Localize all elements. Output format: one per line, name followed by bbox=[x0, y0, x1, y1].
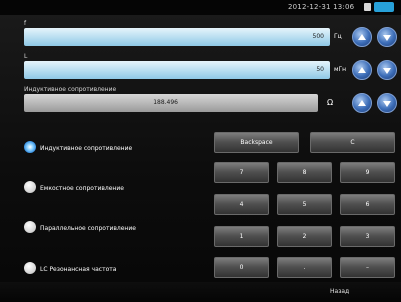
backspace-button[interactable]: Backspace bbox=[214, 132, 299, 153]
status-bar: 2012-12-31 13:06 bbox=[0, 0, 401, 15]
result-field: 188.496 bbox=[24, 94, 318, 112]
key-6[interactable]: 6 bbox=[340, 194, 395, 215]
mode-radio-resonance[interactable] bbox=[24, 262, 36, 274]
clear-button[interactable]: C bbox=[310, 132, 395, 153]
footer-bar: Назад bbox=[0, 282, 401, 302]
result-up-button[interactable] bbox=[352, 93, 372, 113]
frequency-field[interactable]: 500 bbox=[24, 28, 330, 46]
datetime-label: 2012-12-31 13:06 bbox=[288, 3, 355, 11]
frequency-label: f bbox=[24, 20, 27, 27]
result-unit: Ω bbox=[327, 98, 334, 107]
mode-label-parallel[interactable]: Параллельное сопротивление bbox=[40, 225, 136, 232]
frequency-down-button[interactable] bbox=[377, 27, 397, 47]
key-decimal[interactable]: . bbox=[277, 257, 332, 278]
key-8[interactable]: 8 bbox=[277, 162, 332, 183]
inductance-label: L bbox=[24, 53, 28, 60]
key-1[interactable]: 1 bbox=[214, 226, 269, 247]
back-button[interactable]: Назад bbox=[330, 288, 349, 295]
battery-icon bbox=[374, 2, 394, 12]
inductance-unit: мГн bbox=[334, 66, 347, 73]
key-7[interactable]: 7 bbox=[214, 162, 269, 183]
mode-radio-capacitive[interactable] bbox=[24, 181, 36, 193]
inductance-value: 50 bbox=[316, 66, 324, 73]
result-label: Индуктивное сопротивление bbox=[24, 86, 117, 93]
inductance-down-button[interactable] bbox=[377, 60, 397, 80]
key-minus[interactable]: – bbox=[340, 257, 395, 278]
frequency-unit: Гц bbox=[334, 33, 342, 40]
key-2[interactable]: 2 bbox=[277, 226, 332, 247]
key-0[interactable]: 0 bbox=[214, 257, 269, 278]
result-value: 188.496 bbox=[153, 99, 178, 106]
key-3[interactable]: 3 bbox=[340, 226, 395, 247]
mode-label-capacitive[interactable]: Емкостное сопротивление bbox=[40, 185, 124, 192]
frequency-up-button[interactable] bbox=[352, 27, 372, 47]
inductance-field[interactable]: 50 bbox=[24, 61, 330, 79]
result-down-button[interactable] bbox=[377, 93, 397, 113]
frequency-value: 500 bbox=[312, 33, 324, 40]
mode-label-inductive[interactable]: Индуктивное сопротивление bbox=[40, 145, 132, 152]
mode-label-resonance[interactable]: LC Резонансная частота bbox=[40, 266, 116, 273]
mode-radio-inductive[interactable] bbox=[24, 141, 36, 153]
storage-icon bbox=[364, 3, 371, 11]
calculator-screen: 2012-12-31 13:06 f 500 Гц L 50 мГн Индук… bbox=[0, 0, 401, 302]
inductance-up-button[interactable] bbox=[352, 60, 372, 80]
key-9[interactable]: 9 bbox=[340, 162, 395, 183]
key-5[interactable]: 5 bbox=[277, 194, 332, 215]
mode-radio-parallel[interactable] bbox=[24, 221, 36, 233]
key-4[interactable]: 4 bbox=[214, 194, 269, 215]
